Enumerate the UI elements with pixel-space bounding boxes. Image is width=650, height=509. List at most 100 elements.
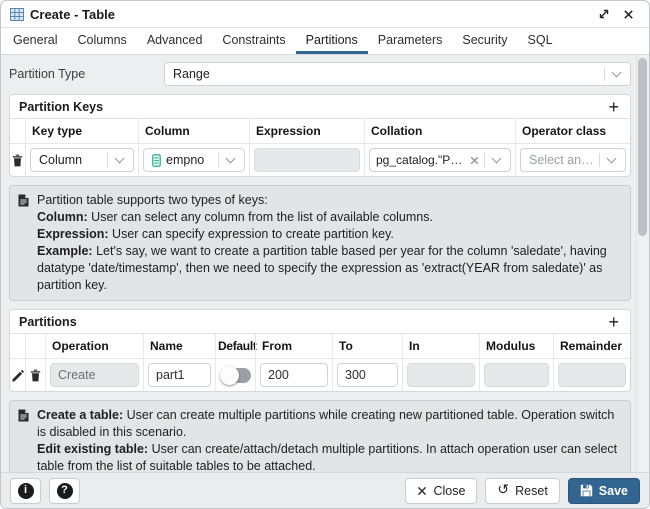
add-partition-button[interactable]: +: [606, 313, 621, 331]
part-header-to: To: [332, 334, 402, 359]
trash-icon: [30, 369, 41, 382]
partitions-note: Create a table: User can create multiple…: [9, 400, 631, 472]
reset-button-label: Reset: [515, 484, 548, 498]
info-icon: i: [18, 483, 34, 499]
partition-to-input[interactable]: [337, 363, 398, 387]
key-operator-class-select[interactable]: Select an item...: [520, 148, 626, 172]
scrollbar-thumb[interactable]: [638, 58, 647, 236]
save-button[interactable]: Save: [568, 478, 640, 504]
partition-name-input[interactable]: [148, 363, 211, 387]
partition-type-value: Range: [173, 67, 599, 81]
tab-advanced[interactable]: Advanced: [137, 28, 213, 54]
chevron-down-icon: [612, 68, 622, 78]
tab-security[interactable]: Security: [452, 28, 517, 54]
partition-in-cell: [402, 359, 479, 391]
create-table-dialog: Create - Table General Columns Advanced …: [0, 0, 650, 509]
partition-keys-grid: Key type Column Expression Collation Ope…: [10, 119, 630, 176]
edit-partition-row-button[interactable]: [10, 359, 25, 391]
part-header-operation: Operation: [45, 334, 143, 359]
key-type-cell: Column: [25, 144, 138, 176]
partition-keys-header: Partition Keys +: [10, 95, 630, 119]
chevron-down-icon: [115, 154, 125, 164]
tab-columns[interactable]: Columns: [67, 28, 136, 54]
close-button[interactable]: Close: [405, 478, 477, 504]
delete-partition-row-button[interactable]: [25, 359, 45, 391]
key-type-value: Column: [39, 153, 102, 167]
sql-help-button[interactable]: i: [10, 478, 41, 504]
tab-partitions[interactable]: Partitions: [296, 28, 368, 54]
default-toggle[interactable]: [222, 368, 251, 383]
select-divider: [599, 153, 600, 167]
keys-header-key-type: Key type: [25, 119, 138, 144]
chevron-down-icon: [492, 154, 502, 164]
partition-remainder-cell: [553, 359, 630, 391]
partitions-tab-content: Partition Type Range Partition Keys + Ke…: [1, 55, 649, 472]
partition-type-label: Partition Type: [9, 67, 164, 81]
partition-keys-title: Partition Keys: [19, 100, 103, 114]
keys-header-expression: Expression: [249, 119, 364, 144]
table-icon: [10, 8, 24, 21]
partition-name-cell: [143, 359, 215, 391]
partition-in-input: [407, 363, 475, 387]
tab-general[interactable]: General: [3, 28, 67, 54]
partitions-grid: Operation Name Default From To In Modulu…: [10, 334, 630, 391]
scrollbar-track[interactable]: [636, 55, 649, 472]
partition-operation-input: [50, 363, 139, 387]
chevron-down-icon: [607, 154, 617, 164]
note-term-expression: Expression:: [37, 227, 109, 241]
select-divider: [218, 153, 219, 167]
close-button-label: Close: [433, 484, 465, 498]
key-expression-input: [254, 148, 360, 172]
close-icon[interactable]: [619, 5, 637, 23]
key-collation-value: pg_catalog."POSIX": [376, 153, 466, 167]
delete-key-row-button[interactable]: [10, 144, 25, 176]
note-term-edit-table: Edit existing table:: [37, 442, 148, 456]
note-term-column: Column:: [37, 210, 88, 224]
key-operator-class-cell: Select an item...: [515, 144, 630, 176]
part-header-name: Name: [143, 334, 215, 359]
key-column-cell: empno: [138, 144, 249, 176]
key-expression-cell: [249, 144, 364, 176]
save-icon: [580, 484, 593, 497]
note-intro: Partition table supports two types of ke…: [37, 193, 268, 207]
reset-icon: ↺: [497, 483, 509, 497]
column-icon: [152, 154, 161, 167]
clear-icon[interactable]: [470, 156, 479, 165]
dialog-help-button[interactable]: ?: [49, 478, 80, 504]
keys-header-collation: Collation: [364, 119, 515, 144]
tab-parameters[interactable]: Parameters: [368, 28, 453, 54]
note-desc-column: User can select any column from the list…: [88, 210, 433, 224]
note-desc-example: Let's say, we want to create a partition…: [37, 244, 607, 292]
trash-icon: [12, 154, 23, 167]
document-icon: [18, 194, 29, 294]
partitions-header: Partitions +: [10, 310, 630, 334]
tab-constraints[interactable]: Constraints: [212, 28, 295, 54]
reset-button[interactable]: ↺ Reset: [485, 478, 559, 504]
part-header-delete: [25, 334, 45, 359]
key-collation-select[interactable]: pg_catalog."POSIX": [369, 148, 511, 172]
note-term-create-table: Create a table:: [37, 408, 123, 422]
key-type-select[interactable]: Column: [30, 148, 134, 172]
partitions-panel: Partitions + Operation Name Default From…: [9, 309, 631, 392]
note-desc-create-table: User can create multiple partitions whil…: [37, 408, 614, 439]
select-divider: [604, 67, 605, 81]
partition-from-input[interactable]: [260, 363, 328, 387]
partition-type-select[interactable]: Range: [164, 62, 631, 86]
key-column-select[interactable]: empno: [143, 148, 245, 172]
partition-to-cell: [332, 359, 402, 391]
select-divider: [107, 153, 108, 167]
part-header-edit: [10, 334, 25, 359]
keys-header-operator-class: Operator class: [515, 119, 630, 144]
document-icon: [18, 409, 29, 472]
partition-operation-cell: [45, 359, 143, 391]
pencil-icon: [12, 369, 24, 382]
partition-modulus-cell: [479, 359, 553, 391]
keys-header-column: Column: [138, 119, 249, 144]
part-header-default: Default: [215, 334, 255, 359]
add-partition-key-button[interactable]: +: [606, 98, 621, 116]
dialog-title: Create - Table: [30, 7, 115, 22]
save-button-label: Save: [599, 484, 628, 498]
tab-sql[interactable]: SQL: [518, 28, 563, 54]
dialog-titlebar: Create - Table: [1, 1, 649, 28]
maximize-icon[interactable]: [595, 5, 613, 23]
